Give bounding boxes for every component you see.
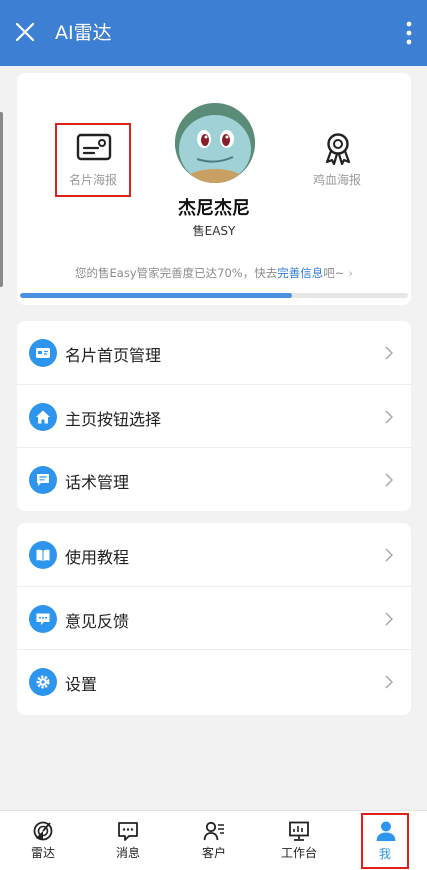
chevron-right-icon — [385, 473, 393, 487]
poster-label: 名片海报 — [68, 173, 117, 187]
feedback-icon — [29, 604, 57, 633]
radar-icon — [33, 821, 53, 841]
tab-label: 雷达 — [30, 846, 55, 860]
tab-label: 工作台 — [280, 846, 317, 860]
home-icon — [29, 402, 57, 431]
menu-item-feedback[interactable]: 意见反馈 — [17, 587, 411, 650]
me-icon — [376, 821, 396, 841]
tab-customers[interactable]: 客户 — [179, 811, 249, 870]
workbench-icon — [289, 821, 309, 841]
chat-script-icon — [29, 466, 57, 494]
settings-icon — [29, 668, 57, 696]
profile-card: 名片海报 鸡血海报 杰尼杰尼 售EASY 您的售Easy管家完善度已达70%，快… — [17, 73, 411, 305]
menu-item-card-home[interactable]: 名片首页管理 — [17, 321, 411, 385]
business-card-poster-button[interactable]: 名片海报 — [55, 123, 131, 197]
user-name: 杰尼杰尼 — [178, 198, 250, 219]
completion-prefix: 您的售Easy管家完善度已达70%，快去 — [75, 266, 278, 280]
blood-poster-label: 鸡血海报 — [312, 173, 361, 187]
tab-label: 客户 — [201, 846, 226, 860]
award-ribbon-icon — [325, 133, 351, 165]
menu-item-label: 使用教程 — [65, 548, 130, 567]
completion-progress-bar — [20, 293, 408, 298]
menu-item-label: 话术管理 — [65, 473, 130, 492]
app-header: AI雷达 — [0, 0, 427, 66]
close-icon[interactable] — [14, 21, 36, 43]
menu-item-label: 设置 — [65, 675, 98, 694]
avatar[interactable] — [175, 103, 255, 183]
page-title: AI雷达 — [55, 22, 112, 44]
menu-item-script-management[interactable]: 话术管理 — [17, 448, 411, 511]
avatar-image — [175, 103, 255, 183]
tab-me[interactable]: 我 — [361, 813, 409, 869]
menu-item-home-buttons[interactable]: 主页按钮选择 — [17, 385, 411, 448]
profile-completion-text[interactable]: 您的售Easy管家完善度已达70%，快去完善信息吧~ › — [17, 265, 411, 281]
edge-handle — [0, 112, 3, 287]
book-icon — [29, 541, 57, 569]
menu-group-primary: 名片首页管理 主页按钮选择 话术管理 — [17, 321, 411, 511]
completion-progress-fill — [20, 293, 292, 298]
tab-messages[interactable]: 消息 — [93, 811, 163, 870]
blood-poster-button[interactable]: 鸡血海报 — [299, 123, 375, 197]
company-name: 售EASY — [192, 224, 236, 238]
menu-item-tutorial[interactable]: 使用教程 — [17, 523, 411, 587]
menu-group-secondary: 使用教程 意见反馈 设置 — [17, 523, 411, 715]
business-card-icon — [76, 133, 112, 161]
chevron-right-icon — [385, 675, 393, 689]
chevron-right-icon: › — [348, 266, 353, 280]
menu-item-settings[interactable]: 设置 — [17, 650, 411, 714]
card-icon — [29, 339, 57, 367]
chevron-right-icon — [385, 409, 393, 424]
tab-workbench[interactable]: 工作台 — [264, 811, 334, 870]
menu-item-label: 名片首页管理 — [65, 346, 162, 365]
menu-item-label: 意见反馈 — [65, 611, 130, 631]
chevron-right-icon — [385, 346, 393, 360]
complete-info-link[interactable]: 完善信息 — [277, 266, 323, 280]
customer-icon — [203, 821, 224, 841]
chevron-right-icon — [385, 548, 393, 562]
tab-label: 消息 — [115, 846, 140, 860]
menu-item-label: 主页按钮选择 — [65, 409, 162, 429]
completion-suffix: 吧~ — [323, 266, 345, 280]
bottom-navigation: 雷达 消息 客户 工作台 我 — [0, 810, 427, 870]
message-icon — [118, 822, 138, 841]
more-options-icon[interactable] — [405, 20, 413, 46]
chevron-right-icon — [385, 611, 393, 626]
tab-radar[interactable]: 雷达 — [8, 811, 78, 870]
tab-label: 我 — [378, 847, 391, 861]
